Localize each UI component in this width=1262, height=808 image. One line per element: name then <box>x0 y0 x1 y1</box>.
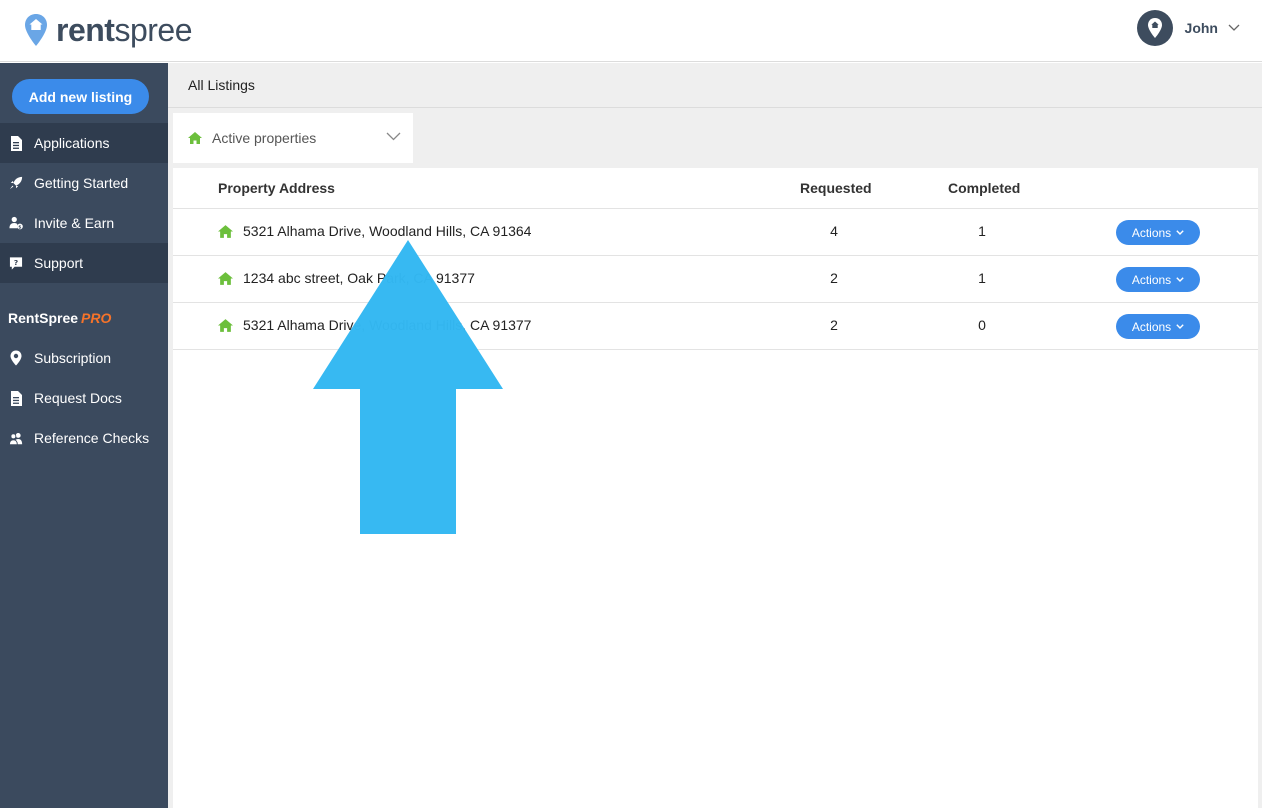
sidebar-item-getting-started[interactable]: Getting Started <box>0 163 168 203</box>
home-pin-icon <box>25 14 47 46</box>
location-pin-icon <box>9 350 23 366</box>
actions-label: Actions <box>1131 319 1172 334</box>
sidebar-item-support[interactable]: ? Support <box>0 243 168 283</box>
column-header-address: Property Address <box>218 180 335 196</box>
chevron-down-icon <box>386 132 401 141</box>
sidebar-item-invite-earn[interactable]: $ Invite & Earn <box>0 203 168 243</box>
property-status-dropdown[interactable]: Active properties <box>173 113 413 163</box>
chevron-down-icon <box>1176 230 1184 235</box>
avatar <box>1136 10 1173 46</box>
sidebar-nav: Applications Getting Started $ Invite & … <box>0 123 168 283</box>
sidebar-item-subscription[interactable]: Subscription <box>0 338 168 378</box>
house-icon <box>218 271 233 285</box>
property-address[interactable]: 5321 Alhama Drive, Woodland Hills, CA 91… <box>218 223 531 239</box>
sidebar-item-label: Request Docs <box>34 390 122 406</box>
pro-heading-text: RentSpree <box>8 310 79 326</box>
logo-text-spree: spree <box>114 12 192 48</box>
document-icon <box>9 390 23 406</box>
actions-button[interactable]: Actions <box>1116 314 1200 339</box>
svg-text:$: $ <box>18 224 21 230</box>
house-icon <box>218 318 233 332</box>
sidebar-item-reference-checks[interactable]: Reference Checks <box>0 418 168 458</box>
requested-count: 2 <box>830 270 838 286</box>
sidebar: Add new listing Applications Getting Sta… <box>0 63 168 808</box>
chevron-down-icon <box>1176 277 1184 282</box>
sidebar-item-label: Invite & Earn <box>34 215 115 231</box>
sidebar-item-applications[interactable]: Applications <box>0 123 168 163</box>
breadcrumb: All Listings <box>168 63 1262 108</box>
completed-count: 0 <box>978 317 986 333</box>
address-text: 5321 Alhama Drive, Woodland Hills, CA 91… <box>243 223 532 239</box>
logo-text-rent: rent <box>56 12 115 48</box>
rentspree-logo[interactable]: rentspree <box>24 10 192 50</box>
rocket-icon <box>9 175 23 191</box>
house-icon <box>218 224 233 238</box>
user-menu[interactable]: John <box>1136 9 1240 47</box>
users-icon <box>9 430 23 446</box>
requested-count: 4 <box>830 223 838 239</box>
completed-count: 1 <box>978 223 986 239</box>
table-header: Property Address Requested Completed <box>173 168 1258 209</box>
actions-button[interactable]: Actions <box>1116 220 1200 245</box>
pro-badge: PRO <box>81 310 112 326</box>
rentspree-pro-heading: RentSpree PRO <box>8 310 111 326</box>
sidebar-item-label: Getting Started <box>34 175 129 191</box>
actions-label: Actions <box>1131 272 1172 287</box>
requested-count: 2 <box>830 317 838 333</box>
sidebar-pro-nav: Subscription Request Docs Reference Chec… <box>0 338 168 458</box>
sidebar-item-label: Support <box>34 255 84 271</box>
breadcrumb-all-listings: All Listings <box>188 77 255 93</box>
house-icon <box>188 132 202 144</box>
sidebar-item-label: Subscription <box>34 350 112 366</box>
sidebar-item-label: Applications <box>34 135 110 151</box>
document-icon <box>9 135 23 151</box>
svg-text:?: ? <box>14 257 18 266</box>
chevron-down-icon <box>1228 24 1240 31</box>
sidebar-item-request-docs[interactable]: Request Docs <box>0 378 168 418</box>
user-name: John <box>1184 20 1218 36</box>
completed-count: 1 <box>978 270 986 286</box>
top-header: rentspree John <box>0 0 1262 62</box>
help-chat-icon: ? <box>9 255 23 271</box>
sidebar-item-label: Reference Checks <box>34 430 150 446</box>
add-new-listing-button[interactable]: Add new listing <box>12 79 149 114</box>
column-header-completed: Completed <box>948 180 1021 196</box>
actions-label: Actions <box>1131 225 1172 240</box>
home-pin-icon <box>1147 18 1162 38</box>
chevron-down-icon <box>1176 324 1184 329</box>
column-header-requested: Requested <box>800 180 872 196</box>
dropdown-selected-value: Active properties <box>212 130 317 146</box>
up-arrow-icon <box>313 240 503 534</box>
actions-button[interactable]: Actions <box>1116 267 1200 292</box>
user-dollar-icon: $ <box>9 215 23 231</box>
